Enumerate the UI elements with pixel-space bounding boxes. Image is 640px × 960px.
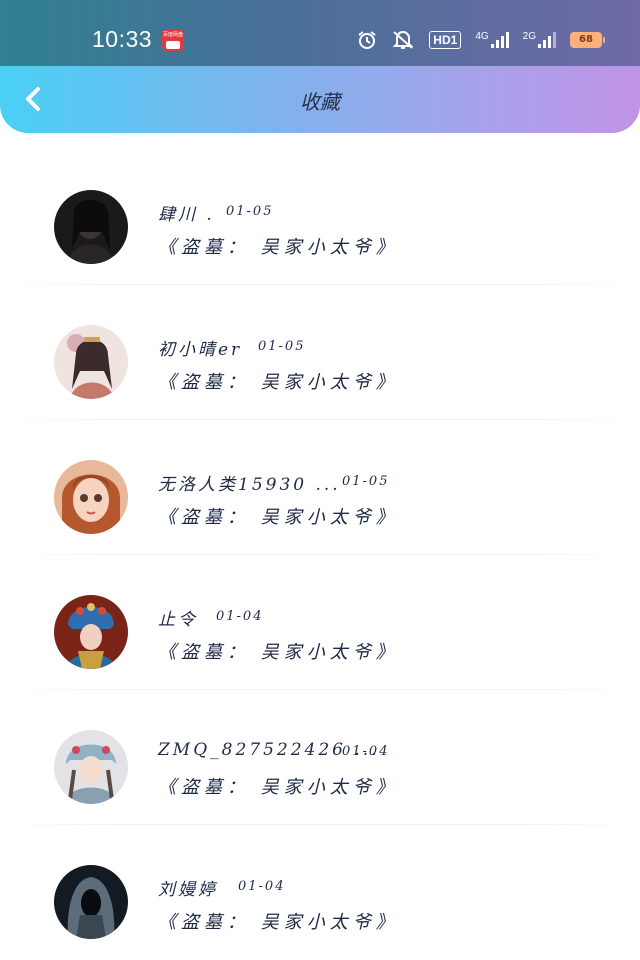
user-name: 止令 [158,610,198,630]
nav-bar: 收藏 [0,66,640,133]
avatar[interactable] [54,325,128,399]
avatar[interactable] [54,595,128,669]
status-bar: 10:33 百度网盘 HD1 4G 2G 68 [0,0,640,66]
alarm-icon [357,30,377,50]
book-title: 《盗墓： 吴家小太爷》 [158,237,399,258]
book-title: 《盗墓： 吴家小太爷》 [158,777,399,798]
signal-2g-icon: 2G [523,31,556,50]
avatar[interactable] [54,190,128,264]
favorite-date: 01-05 [342,474,390,489]
book-title: 《盗墓： 吴家小太爷》 [158,912,399,933]
favorite-date: 01-05 [226,204,274,219]
page-title: 收藏 [300,90,340,114]
user-name: 无洛人类15930 ... [158,475,341,495]
user-name: 初小晴er [158,340,243,360]
book-title: 《盗墓： 吴家小太爷》 [158,642,399,663]
net2-label: 2G [522,30,536,42]
hd-icon: HD1 [429,31,462,49]
avatar[interactable] [54,865,128,939]
user-name: 肆川 . [158,205,215,225]
list-item[interactable]: 刘嫚婷 01-04 《盗墓： 吴家小太爷》 [0,825,640,960]
mute-icon [391,30,415,50]
list-item[interactable]: 止令 01-04 《盗墓： 吴家小太爷》 [0,555,640,690]
app-icon-label: 百度网盘 [162,32,183,38]
book-title: 《盗墓： 吴家小太爷》 [158,372,399,393]
favorites-list: 肆川 . 01-05 《盗墓： 吴家小太爷》 初小晴er 01-05 《盗墓： … [0,150,640,960]
favorite-date: 01-04 [216,609,264,624]
user-name: 刘嫚婷 [158,880,218,900]
battery-icon: 68 [570,32,605,48]
favorite-date: 01-04 [342,744,390,759]
avatar[interactable] [54,460,128,534]
favorite-date: 01-04 [238,879,286,894]
signal-4g-icon: 4G [475,30,509,50]
status-icons: HD1 4G 2G 68 [357,28,605,52]
book-title: 《盗墓： 吴家小太爷》 [158,507,399,528]
list-item[interactable]: 肆川 . 01-05 《盗墓： 吴家小太爷》 [0,150,640,285]
status-time: 10:33 [92,26,153,52]
favorite-date: 01-05 [258,339,306,354]
avatar[interactable] [54,730,128,804]
list-item[interactable]: ZMQ_827522426 ... 01-04 《盗墓： 吴家小太爷》 [0,690,640,825]
list-item[interactable]: 无洛人类15930 ... 01-05 《盗墓： 吴家小太爷》 [0,420,640,555]
list-item[interactable]: 初小晴er 01-05 《盗墓： 吴家小太爷》 [0,285,640,420]
baidu-netdisk-app-icon: 百度网盘 [162,29,184,51]
net1-label: 4G [475,30,489,42]
